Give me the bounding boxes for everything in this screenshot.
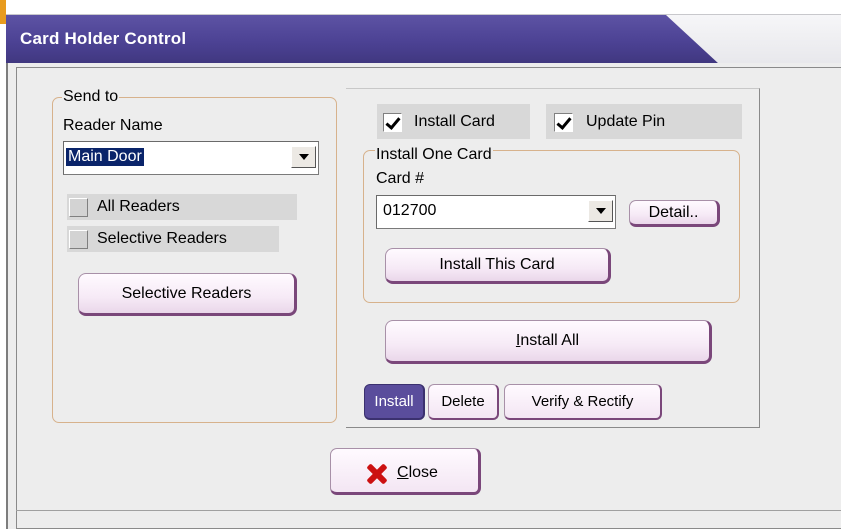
selective-readers-checkbox[interactable] — [69, 230, 88, 249]
selective-readers-button[interactable]: Selective Readers — [78, 273, 297, 316]
selective-readers-row[interactable]: Selective Readers — [67, 226, 279, 252]
dialog-divider — [16, 510, 841, 511]
close-label: Close — [397, 464, 438, 481]
close-button[interactable]: Close — [330, 448, 481, 495]
install-one-card-caption: Install One Card — [375, 146, 493, 164]
install-all-label: Install All — [515, 332, 580, 349]
window-title: Card Holder Control — [20, 29, 187, 48]
all-readers-row[interactable]: All Readers — [67, 194, 297, 220]
card-number-value: 012700 — [383, 202, 437, 219]
tab-delete[interactable]: Delete — [428, 384, 499, 420]
install-all-button[interactable]: Install All — [385, 320, 712, 364]
card-number-label: Card # — [376, 170, 425, 187]
install-card-checkbox[interactable] — [383, 113, 402, 132]
chevron-down-icon[interactable] — [588, 200, 613, 222]
install-card-label: Install Card — [414, 113, 495, 130]
reader-name-combo[interactable]: Main Door — [63, 141, 319, 175]
selective-readers-check-label: Selective Readers — [97, 230, 227, 247]
install-card-row[interactable]: Install Card — [377, 104, 530, 139]
update-pin-label: Update Pin — [586, 113, 666, 130]
title-accent-stripe — [0, 0, 6, 24]
install-this-card-button[interactable]: Install This Card — [385, 248, 611, 284]
reader-name-label: Reader Name — [63, 117, 163, 134]
all-readers-label: All Readers — [97, 198, 180, 215]
close-icon — [365, 462, 389, 486]
detail-button[interactable]: Detail.. — [629, 200, 720, 227]
chevron-down-icon[interactable] — [291, 146, 316, 168]
reader-name-value: Main Door — [66, 148, 144, 166]
update-pin-row[interactable]: Update Pin — [546, 104, 742, 139]
card-number-combo[interactable]: 012700 — [376, 195, 616, 229]
all-readers-checkbox[interactable] — [69, 198, 88, 217]
send-to-caption: Send to — [62, 88, 120, 106]
tab-install[interactable]: Install — [364, 384, 425, 420]
update-pin-checkbox[interactable] — [554, 113, 573, 132]
title-bar: Card Holder Control — [6, 14, 841, 64]
tab-verify-rectify[interactable]: Verify & Rectify — [504, 384, 662, 420]
